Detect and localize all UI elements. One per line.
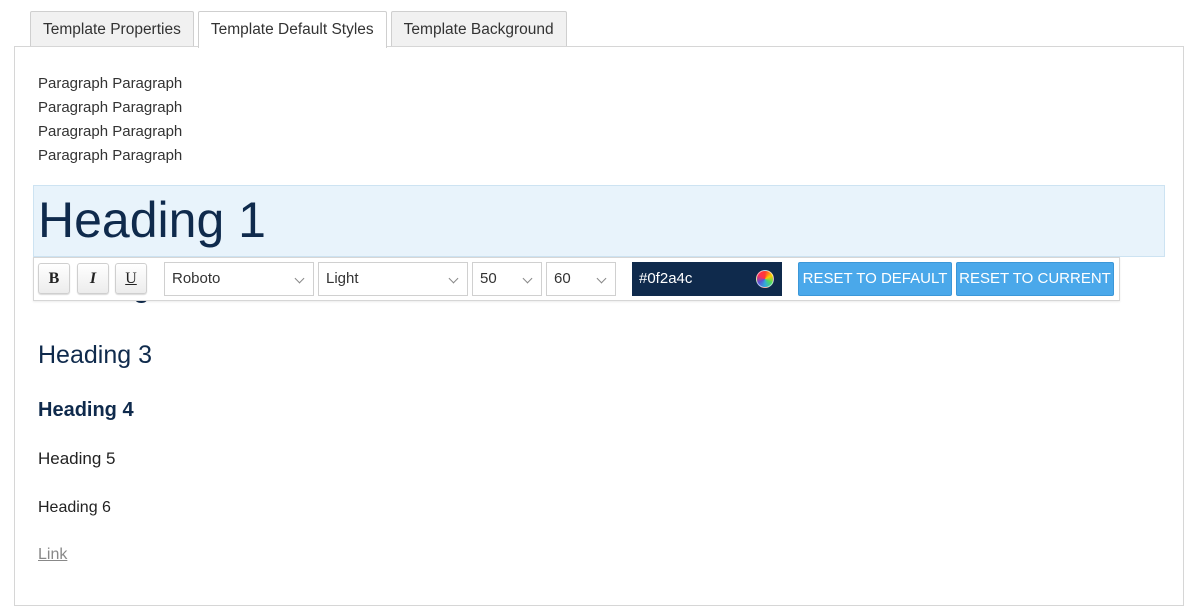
heading1-sample[interactable]: Heading 1 <box>38 190 266 250</box>
heading4-sample[interactable]: Heading 4 <box>38 396 134 424</box>
paragraph-line: Paragraph Paragraph <box>38 75 183 92</box>
tab-template-properties[interactable]: Template Properties <box>30 11 194 47</box>
italic-button[interactable]: I <box>77 263 109 294</box>
font-size-value: 50 <box>480 270 497 287</box>
color-input[interactable]: #0f2a4c <box>632 262 782 296</box>
font-weight-value: Light <box>326 270 359 287</box>
line-height-select[interactable]: 60 <box>546 262 616 296</box>
tab-bar: Template Properties Template Default Sty… <box>30 11 571 48</box>
line-height-value: 60 <box>554 270 571 287</box>
font-family-select[interactable]: Roboto <box>164 262 314 296</box>
tab-template-background[interactable]: Template Background <box>390 11 567 47</box>
reset-to-default-button[interactable]: RESET TO DEFAULT <box>798 262 952 296</box>
heading5-sample[interactable]: Heading 5 <box>38 447 116 471</box>
link-sample[interactable]: Link <box>38 544 67 566</box>
font-family-value: Roboto <box>172 270 221 287</box>
paragraph-line: Paragraph Paragraph <box>38 123 183 140</box>
color-picker-icon[interactable] <box>756 270 774 288</box>
color-value: #0f2a4c <box>639 270 693 287</box>
heading3-sample[interactable]: Heading 3 <box>38 339 152 371</box>
chevron-down-icon <box>522 273 533 284</box>
font-size-select[interactable]: 50 <box>472 262 542 296</box>
chevron-down-icon <box>596 273 607 284</box>
paragraph-line: Paragraph Paragraph <box>38 147 183 164</box>
bold-button[interactable]: B <box>38 263 70 294</box>
chevron-down-icon <box>294 273 305 284</box>
paragraph-line: Paragraph Paragraph <box>38 99 183 116</box>
font-weight-select[interactable]: Light <box>318 262 468 296</box>
reset-to-current-button[interactable]: RESET TO CURRENT <box>956 262 1114 296</box>
heading6-sample[interactable]: Heading 6 <box>38 496 111 520</box>
chevron-down-icon <box>448 273 459 284</box>
paragraph-sample[interactable]: Paragraph Paragraph Paragraph Paragraph … <box>38 72 182 168</box>
styles-panel <box>14 46 1184 606</box>
style-toolbar: B I U Roboto Light 50 60 #0f2a4c RESET T… <box>33 257 1120 301</box>
tab-template-default-styles[interactable]: Template Default Styles <box>197 11 387 48</box>
underline-button[interactable]: U <box>115 263 147 294</box>
